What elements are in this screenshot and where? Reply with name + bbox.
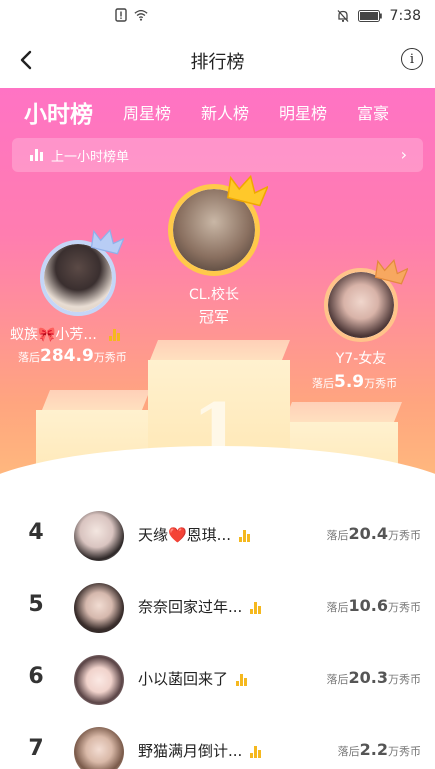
last-hour-label: 上一小时榜单: [51, 149, 130, 165]
last-hour-ranking-button[interactable]: 上一小时榜单 ›: [12, 138, 423, 172]
list-item-name: 野猫满月倒计...: [138, 742, 243, 760]
behind-value: 284.9: [40, 346, 94, 366]
wifi-icon: [134, 9, 148, 21]
bar-chart-icon: [30, 149, 43, 161]
podium-third-top: [284, 402, 402, 422]
behind-prefix: 落后: [312, 377, 334, 390]
level-bars-icon: [250, 745, 262, 758]
list-item[interactable]: 4 天缘❤️恩琪... 落后20.4万秀币: [0, 500, 435, 572]
level-bars-icon: [236, 673, 248, 686]
level-bars-icon: [109, 329, 121, 341]
rank-number: 6: [28, 664, 44, 689]
tab-hourly[interactable]: 小时榜: [24, 95, 93, 129]
rank-number: 5: [28, 592, 44, 617]
nav-bar: 排行榜 i: [0, 34, 435, 88]
behind-value: 20.3: [348, 668, 388, 687]
list-item-behind: 落后10.6万秀币: [327, 596, 421, 615]
third-place-name: Y7-女友: [335, 351, 387, 367]
tab-weekly-star[interactable]: 周星榜: [123, 100, 171, 124]
list-item-name: 小以菡回来了: [138, 670, 229, 688]
behind-value: 20.4: [348, 524, 388, 543]
alert-sim-icon: [115, 8, 127, 22]
ranking-list: 4 天缘❤️恩琪... 落后20.4万秀币 5 奈奈回家过年... 落后10.6…: [0, 500, 435, 769]
behind-unit: 万秀币: [388, 601, 421, 614]
list-item[interactable]: 6 小以菡回来了 落后20.3万秀币: [0, 644, 435, 716]
crown-icon: [90, 228, 124, 255]
list-item-name-row: 野猫满月倒计...: [138, 740, 262, 761]
tab-celebrity[interactable]: 明星榜: [279, 100, 327, 124]
page-title: 排行榜: [190, 52, 245, 73]
rank-number: 7: [28, 736, 44, 761]
list-item-behind: 落后20.4万秀币: [327, 524, 421, 543]
behind-unit: 万秀币: [388, 745, 421, 758]
list-item[interactable]: 7 野猫满月倒计... 落后2.2万秀币: [0, 716, 435, 769]
first-place-title: 冠军: [198, 308, 229, 326]
list-item-name: 奈奈回家过年...: [138, 598, 243, 616]
chevron-right-icon: ›: [400, 145, 407, 164]
list-item-name-row: 奈奈回家过年...: [138, 596, 262, 617]
tab-newcomer[interactable]: 新人榜: [201, 100, 249, 124]
behind-prefix: 落后: [326, 529, 349, 542]
list-item[interactable]: 5 奈奈回家过年... 落后10.6万秀币: [0, 572, 435, 644]
status-left-icons: [114, 8, 148, 22]
level-bars-icon: [238, 529, 250, 542]
behind-prefix: 落后: [326, 673, 349, 686]
second-place-behind: 落后284.9万秀币: [18, 346, 127, 366]
info-button[interactable]: i: [401, 48, 423, 70]
list-item-name: 天缘❤️恩琪...: [138, 526, 231, 544]
mute-bell-icon: [337, 10, 349, 22]
list-item-behind: 落后2.2万秀币: [338, 740, 421, 759]
tab-rich[interactable]: 富豪: [357, 100, 389, 124]
behind-value: 2.2: [359, 740, 388, 759]
ranking-tabs: 小时榜 周星榜 新人榜 明星榜 富豪: [0, 88, 435, 136]
podium-first-top: [150, 340, 290, 360]
behind-prefix: 落后: [326, 601, 349, 614]
list-item-name-row: 天缘❤️恩琪...: [138, 524, 250, 545]
level-bars-icon: [250, 601, 262, 614]
status-right-icons: 7:38: [336, 8, 421, 24]
info-icon: i: [409, 51, 415, 67]
crown-icon: [227, 174, 268, 207]
avatar[interactable]: [74, 511, 124, 561]
behind-unit: 万秀币: [93, 351, 127, 364]
podium-second-top: [42, 390, 150, 410]
behind-unit: 万秀币: [388, 673, 421, 686]
behind-value: 10.6: [348, 596, 388, 615]
status-bar: 7:38: [0, 0, 435, 34]
podium-hero: 小时榜 周星榜 新人榜 明星榜 富豪 上一小时榜单 › 1 2 3 CL.校长 …: [0, 88, 435, 508]
battery-icon: [357, 10, 382, 22]
avatar[interactable]: [74, 583, 124, 633]
crown-icon: [374, 258, 408, 285]
first-place-name: CL.校长: [188, 287, 240, 303]
second-place-name-row: 蚁族🎀小芳...: [10, 324, 150, 344]
behind-value: 5.9: [334, 372, 365, 392]
list-item-name-row: 小以菡回来了: [138, 668, 248, 689]
behind-prefix: 落后: [18, 351, 40, 364]
behind-prefix: 落后: [337, 745, 360, 758]
rank-number: 4: [28, 520, 44, 545]
avatar[interactable]: [74, 655, 124, 705]
third-place-behind: 落后5.9万秀币: [312, 372, 397, 392]
behind-unit: 万秀币: [364, 377, 398, 390]
avatar[interactable]: [74, 727, 124, 769]
second-place-name: 蚁族🎀小芳...: [10, 327, 97, 343]
list-item-behind: 落后20.3万秀币: [327, 668, 421, 687]
status-time: 7:38: [389, 8, 421, 24]
behind-unit: 万秀币: [388, 529, 421, 542]
